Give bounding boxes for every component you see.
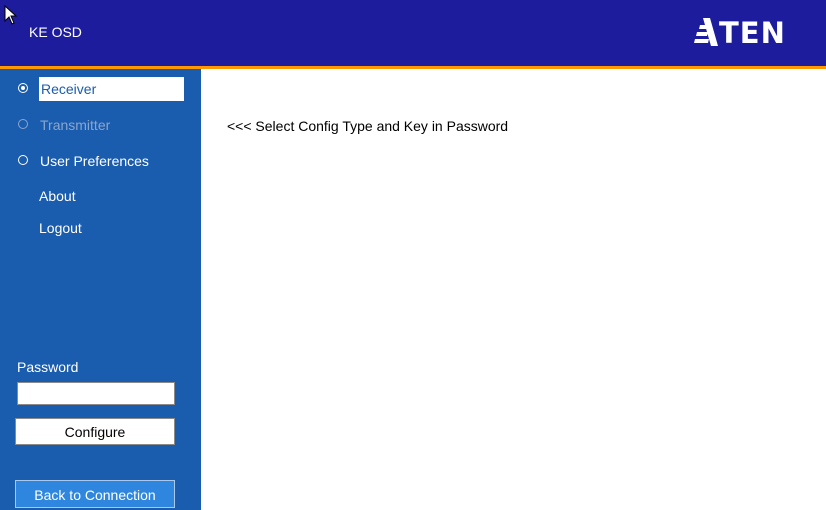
option-receiver-label: Receiver bbox=[39, 77, 184, 101]
app-title: KE OSD bbox=[29, 24, 82, 40]
option-user-preferences-label: User Preferences bbox=[40, 153, 149, 169]
logo-a-glyph bbox=[694, 18, 718, 46]
back-to-connection-button[interactable]: Back to Connection bbox=[15, 480, 175, 508]
radio-icon[interactable] bbox=[18, 155, 28, 165]
configure-button[interactable]: Configure bbox=[15, 418, 175, 445]
logout-link[interactable]: Logout bbox=[39, 220, 82, 236]
header-bar: KE OSD TEN bbox=[0, 0, 826, 66]
instruction-message: <<< Select Config Type and Key in Passwo… bbox=[227, 118, 509, 134]
aten-logo: TEN bbox=[694, 15, 786, 51]
radio-selected-icon[interactable] bbox=[18, 83, 28, 93]
password-field[interactable] bbox=[17, 382, 175, 405]
password-label: Password bbox=[17, 359, 79, 375]
option-transmitter-label: Transmitter bbox=[40, 117, 111, 133]
logo-text: TEN bbox=[719, 16, 786, 50]
mouse-pointer-icon bbox=[4, 5, 18, 25]
about-link[interactable]: About bbox=[39, 188, 76, 204]
radio-icon bbox=[18, 119, 28, 129]
